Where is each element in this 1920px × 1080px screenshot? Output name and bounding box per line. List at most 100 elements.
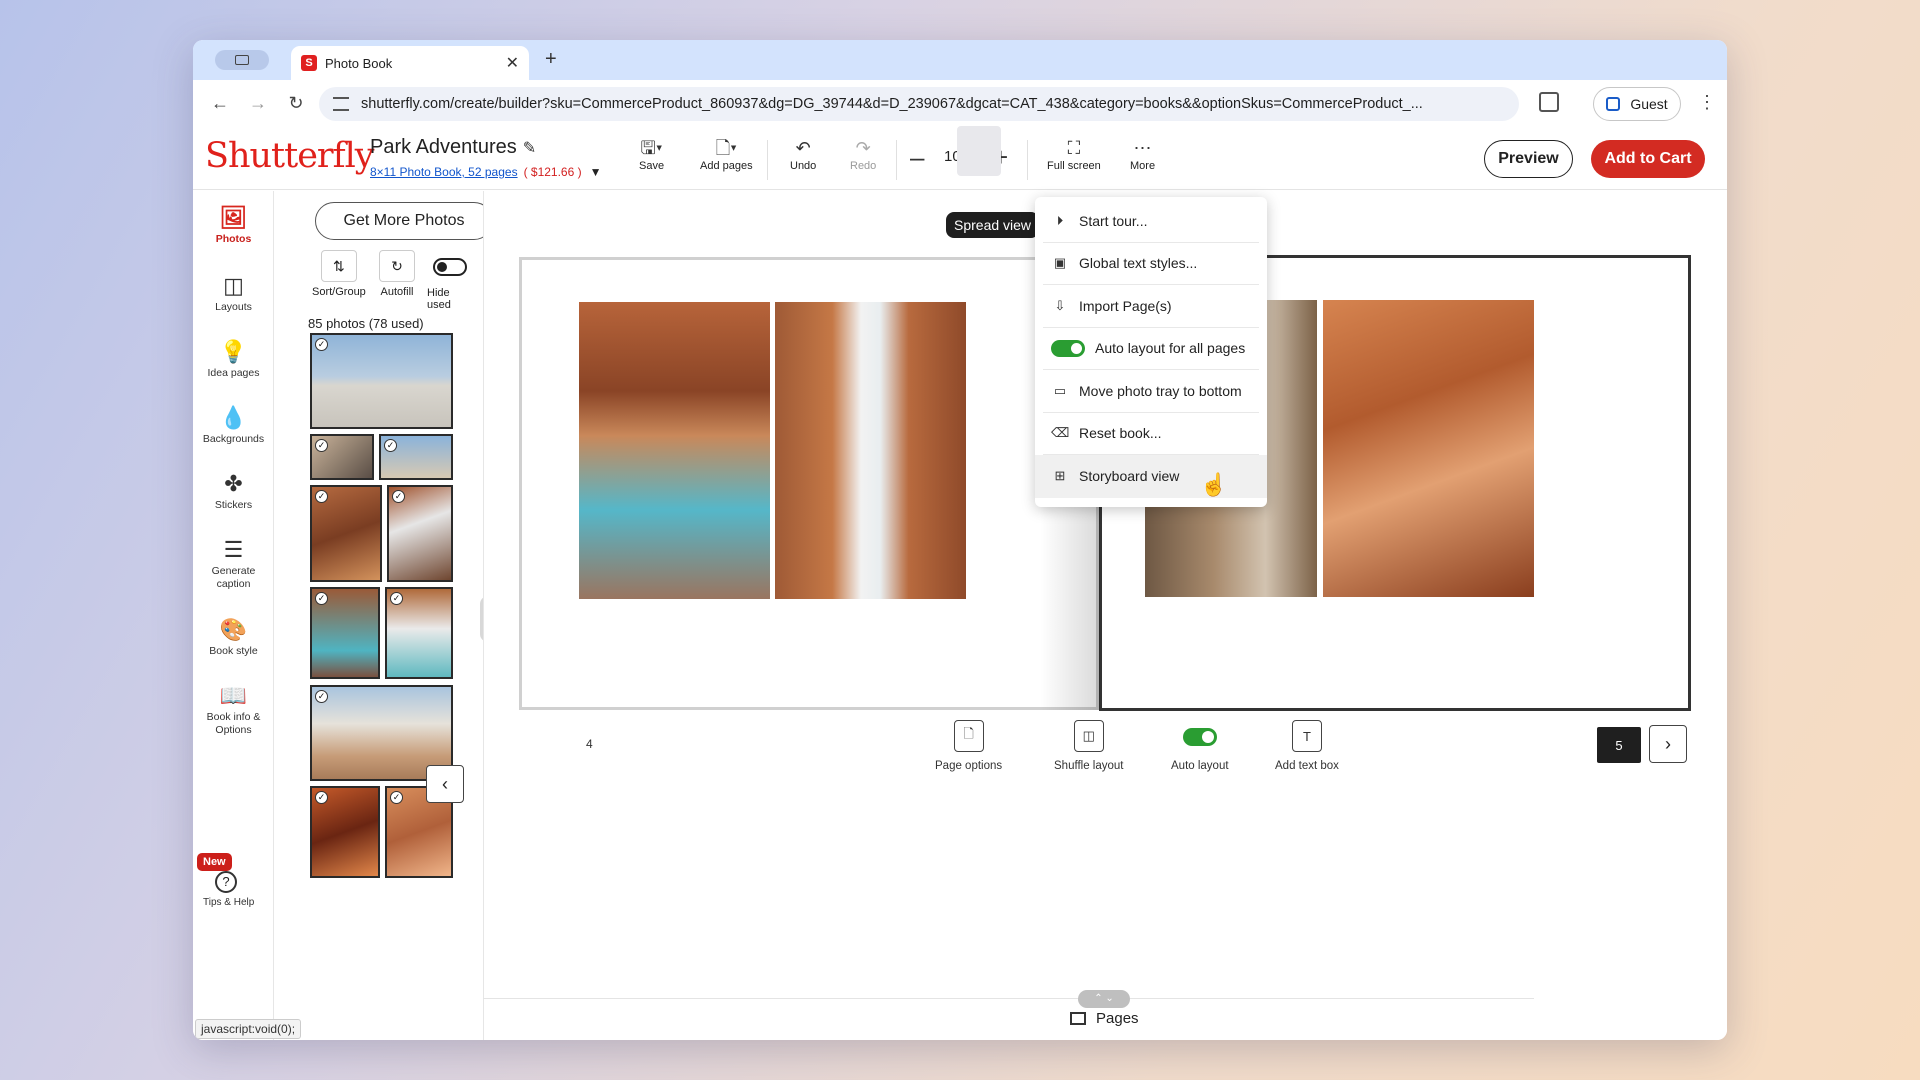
lightbulb-icon: 💡 <box>219 339 248 364</box>
product-dropdown-chevron-icon[interactable]: ▼ <box>590 165 602 179</box>
help-label[interactable]: Tips & Help <box>203 897 254 908</box>
shuffle-layout-icon: ◫ <box>1073 720 1104 752</box>
hide-used-toggle[interactable]: Hide used <box>427 250 473 311</box>
tab-photo-book[interactable]: S Photo Book ✕ <box>291 46 529 80</box>
help-icon[interactable]: ? <box>215 871 237 893</box>
tab-search-icon[interactable] <box>215 50 269 70</box>
page-options-label: Page options <box>935 760 1003 772</box>
address-bar[interactable]: shutterfly.com/create/builder?sku=Commer… <box>319 87 1519 121</box>
full-screen-icon: ⛶ <box>1067 138 1081 158</box>
add-to-cart-button[interactable]: Add to Cart <box>1591 140 1705 178</box>
project-name[interactable]: Park Adventures <box>370 136 517 158</box>
page-options-button[interactable]: 🗋 Page options <box>935 720 1002 772</box>
menu-item-import-pages[interactable]: ⇩ Import Page(s) <box>1043 285 1259 328</box>
photo-thumbnail[interactable]: ✓ <box>379 434 453 480</box>
eraser-icon: ⌫ <box>1051 425 1070 441</box>
auto-layout-toggle[interactable]: Auto layout <box>1171 720 1229 772</box>
autofill-icon: ↻ <box>379 250 415 282</box>
pages-expand-chevrons-icon[interactable]: ⌃ ⌄ <box>1078 990 1130 1008</box>
zoom-out-icon[interactable]: – <box>910 142 924 173</box>
left-page[interactable] <box>519 257 1099 710</box>
full-screen-button[interactable]: ⛶ Full screen <box>1047 136 1101 172</box>
shutterfly-favicon-icon: S <box>301 55 317 71</box>
menu-item-start-tour[interactable]: ⏵ Start tour... <box>1043 200 1259 243</box>
sort-group-button[interactable]: ⇅ Sort/Group <box>312 250 366 298</box>
price-text: ( $121.66 ) <box>523 165 582 179</box>
profile-button[interactable]: Guest <box>1593 87 1681 121</box>
text-style-icon: ▣ <box>1053 255 1067 271</box>
menu-item-auto-layout-all[interactable]: Auto layout for all pages <box>1043 328 1259 370</box>
menu-item-storyboard-view[interactable]: ⊞ Storyboard view <box>1035 455 1267 498</box>
left-rail: 🖼 Photos ◫ Layouts 💡 Idea pages 💧 Backgr… <box>193 191 274 1040</box>
menu-label: Global text styles... <box>1079 255 1198 272</box>
rail-item-book-info[interactable]: 📖 Book info & Options <box>193 681 274 737</box>
grid-icon: ⊞ <box>1054 468 1066 484</box>
photo-thumbnail[interactable]: ✓ <box>310 485 382 582</box>
close-tab-icon[interactable]: ✕ <box>506 53 519 73</box>
photo-count: 85 photos (78 used) <box>308 316 424 331</box>
save-icon: 🖫▾ <box>640 138 663 158</box>
page-photo-canyon-river[interactable] <box>579 302 770 599</box>
undo-button[interactable]: ↶ Undo <box>790 136 816 172</box>
menu-label: Storyboard view <box>1079 468 1180 485</box>
spread-view-label: Spread view <box>946 212 1040 238</box>
menu-item-move-tray[interactable]: ▭ Move photo tray to bottom <box>1043 370 1259 413</box>
menu-label: Import Page(s) <box>1079 297 1172 314</box>
used-check-icon: ✓ <box>392 490 405 503</box>
rail-item-idea-pages[interactable]: 💡 Idea pages <box>193 337 274 380</box>
rail-item-generate-caption[interactable]: ☰ Generate caption <box>193 535 274 591</box>
add-text-box-button[interactable]: T Add text box <box>1275 720 1339 772</box>
edit-name-pencil-icon[interactable]: ✎ <box>523 140 536 157</box>
preview-button[interactable]: Preview <box>1484 140 1573 178</box>
full-screen-label: Full screen <box>1047 160 1101 172</box>
used-check-icon: ✓ <box>315 439 328 452</box>
menu-item-reset-book[interactable]: ⌫ Reset book... <box>1043 413 1259 455</box>
browser-menu-icon[interactable]: ⋮ <box>1698 92 1716 113</box>
auto-layout-switch[interactable] <box>1182 728 1217 746</box>
page-photo-waterfall[interactable] <box>775 302 966 599</box>
previous-page-button[interactable]: ‹ <box>426 765 464 803</box>
rail-item-layouts[interactable]: ◫ Layouts <box>193 271 274 314</box>
add-pages-button[interactable]: 🗋▾ Add pages <box>700 136 753 172</box>
menu-label: Move photo tray to bottom <box>1079 382 1242 399</box>
product-link[interactable]: 8×11 Photo Book, 52 pages <box>370 165 518 179</box>
shuffle-layout-button[interactable]: ◫ Shuffle layout <box>1054 720 1123 772</box>
new-badge: New <box>197 853 232 871</box>
tab-strip: S Photo Book ✕ + <box>193 40 1727 80</box>
more-button[interactable]: ⋯ More <box>1130 136 1155 172</box>
hand-cursor-icon: ☝ <box>1200 472 1228 497</box>
auto-layout-all-switch[interactable] <box>1051 339 1085 357</box>
hide-used-switch[interactable] <box>433 258 467 276</box>
photo-thumbnail[interactable]: ✓ <box>385 587 453 679</box>
photo-thumbnail[interactable]: ✓ <box>310 434 374 480</box>
reload-icon[interactable]: ↻ <box>281 88 311 118</box>
next-page-button[interactable]: › <box>1649 725 1687 763</box>
shutterfly-logo[interactable]: Shutterfly <box>205 136 375 176</box>
back-icon[interactable]: ← <box>205 88 235 118</box>
menu-item-global-text-styles[interactable]: ▣ Global text styles... <box>1043 243 1259 285</box>
new-tab-icon[interactable]: + <box>545 48 557 71</box>
save-button[interactable]: 🖫▾ Save <box>639 136 664 172</box>
pages-panel-toggle[interactable]: Pages <box>1070 1010 1139 1027</box>
rail-item-book-style[interactable]: 🎨 Book style <box>193 615 274 658</box>
photo-thumbnail[interactable]: ✓ <box>310 333 453 429</box>
site-settings-icon[interactable] <box>333 97 349 111</box>
photo-thumbnail[interactable]: ✓ <box>310 587 380 679</box>
rail-label: Layouts <box>215 301 252 313</box>
redo-button[interactable]: ↷ Redo <box>850 136 876 172</box>
forward-icon[interactable]: → <box>243 88 273 118</box>
photo-thumbnail[interactable]: ✓ <box>387 485 453 582</box>
get-more-photos-button[interactable]: Get More Photos <box>315 202 493 240</box>
rail-item-backgrounds[interactable]: 💧 Backgrounds <box>193 403 274 446</box>
used-check-icon: ✓ <box>315 490 328 503</box>
palette-icon: 🎨 <box>219 617 248 642</box>
page-photo-red-canyon[interactable] <box>1323 300 1534 597</box>
photo-thumbnail[interactable]: ✓ <box>310 786 380 878</box>
add-text-box-label: Add text box <box>1275 760 1339 772</box>
url-text[interactable]: shutterfly.com/create/builder?sku=Commer… <box>361 96 1511 112</box>
rail-item-stickers[interactable]: ✤ Stickers <box>193 469 274 512</box>
autofill-button[interactable]: ↻ Autofill <box>379 250 415 298</box>
lens-icon[interactable] <box>1539 92 1559 112</box>
pages-book-icon <box>1070 1012 1086 1025</box>
rail-item-photos[interactable]: 🖼 Photos <box>193 203 274 246</box>
